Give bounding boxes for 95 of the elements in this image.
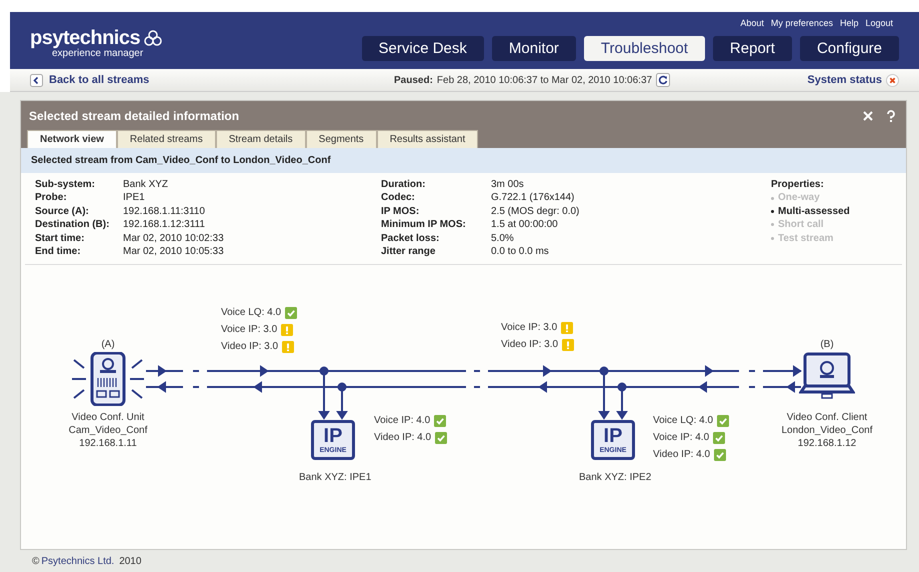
endpoint-label: 192.168.1.11	[79, 437, 137, 450]
detail-value: 192.168.1.11:3110	[123, 204, 206, 218]
detail-label: Destination (B):	[35, 218, 110, 232]
detail-value: 0.0 to 0.0 ms	[491, 245, 550, 258]
stream-heading: Selected stream from Cam_Video_Conf to London_Video_Conf	[31, 154, 331, 168]
detail-label: Probe:	[35, 191, 68, 205]
metric-label: Video IP: 4.0	[374, 431, 432, 446]
nav-tab[interactable]: Service Desk	[362, 36, 484, 62]
metric-label: Voice IP: 3.0	[221, 323, 278, 338]
paused-range: Feb 28, 2010 10:06:37 to Mar 02, 2010 10:06:37	[436, 74, 652, 88]
metric-label: Voice IP: 4.0	[653, 431, 710, 446]
metric-label: Voice LQ: 4.0	[653, 414, 714, 428]
refresh-icon[interactable]	[656, 73, 670, 88]
back-link[interactable]: Back to all streams	[49, 72, 150, 88]
detail-value: 2.5 (MOS degr: 0.0)	[491, 204, 580, 218]
panel-title: Selected stream detailed information	[29, 108, 240, 126]
nav-tab[interactable]: Configure	[800, 36, 899, 62]
detail-value: G.722.1 (176x144)	[491, 191, 576, 205]
panel-tab[interactable]: Segments	[306, 130, 377, 148]
error-icon	[886, 74, 899, 87]
top-link[interactable]: Help	[840, 16, 858, 30]
metric-label: Video IP: 4.0	[653, 448, 710, 462]
engine-caption: Bank XYZ: IPE2	[579, 471, 652, 486]
engine-label: IP	[604, 426, 622, 446]
company-link[interactable]: Psytechnics Ltd.	[41, 554, 114, 569]
warning-icon	[561, 322, 574, 334]
warning-icon	[281, 324, 294, 336]
property-item: Short call	[778, 218, 824, 232]
engine-caption: Bank XYZ: IPE1	[299, 471, 372, 486]
help-icon[interactable]	[886, 110, 896, 122]
detail-label: End time:	[35, 245, 82, 258]
logo-icon	[144, 30, 162, 46]
bullet-icon	[771, 210, 774, 214]
detail-label: IP MOS:	[381, 204, 420, 218]
detail-label: Codec:	[381, 191, 416, 205]
detail-label: Minimum IP MOS:	[381, 218, 467, 232]
panel-tab[interactable]: Results assistant	[376, 130, 478, 148]
detail-label: Packet loss:	[381, 232, 440, 246]
property-item: Test stream	[778, 232, 834, 246]
bullet-icon	[771, 236, 774, 240]
top-link[interactable]: My preferences	[770, 16, 833, 30]
properties-title: Properties:	[771, 178, 825, 192]
check-icon	[713, 432, 726, 444]
copyright-year: 2010	[119, 554, 142, 569]
system-status-link[interactable]: System status	[807, 72, 882, 88]
metric-label: Voice LQ: 4.0	[221, 306, 282, 320]
endpoint-label: London_Video_Conf	[782, 424, 872, 438]
detail-value: 5.0%	[491, 232, 515, 246]
nav-tab[interactable]: Monitor	[492, 36, 576, 62]
detail-value: Bank XYZ	[123, 178, 170, 192]
panel-tab[interactable]: Stream details	[216, 130, 306, 148]
detail-label: Start time:	[35, 232, 86, 246]
check-icon	[434, 414, 446, 427]
top-link[interactable]: Logout	[865, 16, 893, 30]
metric-label: Voice IP: 3.0	[501, 321, 558, 336]
bullet-icon	[771, 223, 774, 226]
logo-tagline: experience manager	[52, 48, 144, 59]
endpoint-label: Video Conf. Unit	[72, 411, 144, 424]
metric-label: Video IP: 3.0	[221, 340, 278, 354]
nav-tab[interactable]: Report	[712, 36, 792, 62]
metric-label: Voice IP: 4.0	[374, 414, 430, 428]
engine-label: IP	[324, 426, 342, 446]
endpoint-label: 192.168.1.12	[798, 437, 856, 450]
warning-icon	[282, 340, 294, 353]
detail-label: Sub-system:	[35, 178, 96, 192]
detail-value: Mar 02, 2010 10:05:33	[123, 245, 225, 258]
check-icon	[714, 448, 726, 461]
detail-label: Duration:	[381, 178, 426, 192]
detail-value: 3m 00s	[491, 178, 525, 192]
top-link[interactable]: About	[740, 16, 764, 30]
check-icon	[717, 414, 730, 427]
back-icon[interactable]	[30, 74, 43, 87]
detail-label: Jitter range	[381, 245, 436, 258]
detail-value: IPE1	[123, 191, 146, 205]
endpoint-label: Video Conf. Client	[786, 411, 868, 424]
logo-name: psytechnics	[30, 28, 140, 48]
check-icon	[285, 306, 298, 319]
property-item: Multi-assessed	[778, 204, 850, 218]
copyright-symbol: ©	[32, 554, 40, 569]
nav-tab[interactable]: Troubleshoot	[584, 36, 705, 62]
endpoint-tag: (A)	[101, 337, 115, 352]
check-icon	[435, 432, 448, 444]
bullet-icon	[771, 196, 774, 200]
property-item: One-way	[778, 191, 820, 205]
panel-tab[interactable]: Related streams	[116, 130, 216, 148]
detail-value: 1.5 at 00:00:00	[491, 218, 559, 232]
warning-icon	[562, 338, 574, 351]
metric-label: Video IP: 3.0	[501, 338, 558, 352]
endpoint-tag: (B)	[820, 337, 834, 352]
detail-value: Mar 02, 2010 10:02:33	[123, 232, 225, 246]
paused-label: Paused:	[394, 74, 433, 88]
panel-tab[interactable]: Network view	[27, 130, 117, 148]
detail-label: Source (A):	[35, 204, 90, 218]
detail-value: 192.168.1.12:3111	[123, 218, 206, 232]
endpoint-label: Cam_Video_Conf	[68, 424, 148, 438]
